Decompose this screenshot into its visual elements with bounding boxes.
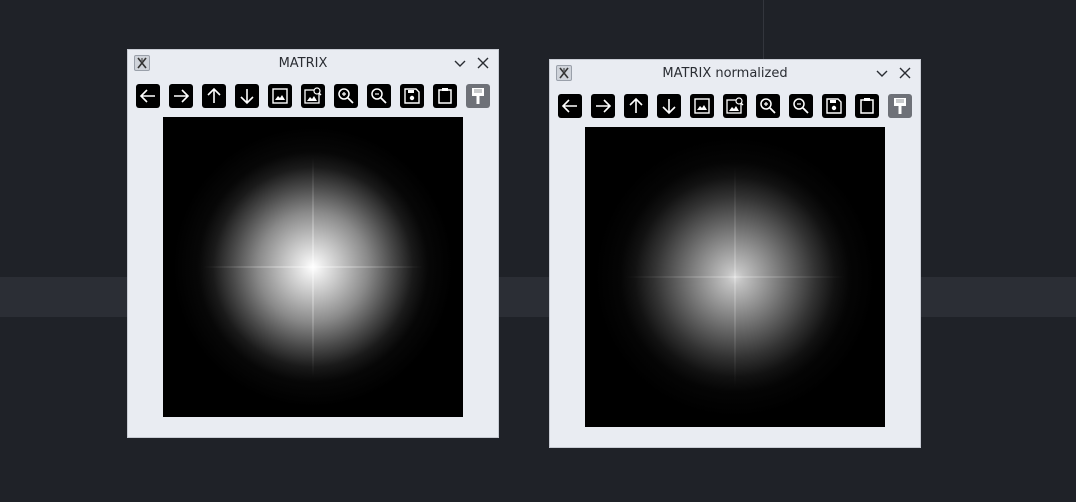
arrow-down-icon[interactable] xyxy=(235,84,259,108)
zoom-out-icon[interactable] xyxy=(789,94,813,118)
image-search-icon[interactable] xyxy=(723,94,747,118)
close-icon[interactable] xyxy=(897,65,913,81)
image-search-icon[interactable] xyxy=(301,84,325,108)
matrix-window: MATRIX xyxy=(127,49,499,438)
desktop: MATRIX MATRIX normalized xyxy=(0,0,1076,502)
save-icon[interactable] xyxy=(400,84,424,108)
clipboard-icon[interactable] xyxy=(433,84,457,108)
arrow-up-icon[interactable] xyxy=(202,84,226,108)
save-icon[interactable] xyxy=(822,94,846,118)
arrow-left-icon[interactable] xyxy=(558,94,582,118)
arrow-up-icon[interactable] xyxy=(624,94,648,118)
crosshair-vertical xyxy=(734,167,736,387)
chevron-down-icon[interactable] xyxy=(452,55,468,71)
image-toolbar xyxy=(136,84,496,110)
background-divider xyxy=(763,0,764,60)
zoom-out-icon[interactable] xyxy=(367,84,391,108)
window-title: MATRIX normalized xyxy=(662,66,788,81)
crosshair-vertical xyxy=(312,157,314,377)
close-icon[interactable] xyxy=(475,55,491,71)
zoom-in-icon[interactable] xyxy=(334,84,358,108)
matrix-image-canvas[interactable] xyxy=(163,117,463,417)
window-titlebar[interactable]: MATRIX xyxy=(128,50,498,78)
window-titlebar[interactable]: MATRIX normalized xyxy=(550,60,920,88)
image-icon[interactable] xyxy=(690,94,714,118)
image-icon[interactable] xyxy=(268,84,292,108)
x11-app-icon xyxy=(134,55,150,71)
arrow-left-icon[interactable] xyxy=(136,84,160,108)
arrow-right-icon[interactable] xyxy=(591,94,615,118)
matrix-normalized-image-canvas[interactable] xyxy=(585,127,885,427)
window-title: MATRIX xyxy=(278,56,328,71)
clipboard-icon[interactable] xyxy=(855,94,879,118)
x11-app-icon xyxy=(556,65,572,81)
image-toolbar xyxy=(558,94,918,120)
arrow-right-icon[interactable] xyxy=(169,84,193,108)
arrow-down-icon[interactable] xyxy=(657,94,681,118)
zoom-in-icon[interactable] xyxy=(756,94,780,118)
paint-brush-icon[interactable] xyxy=(466,84,490,108)
paint-brush-icon[interactable] xyxy=(888,94,912,118)
chevron-down-icon[interactable] xyxy=(874,65,890,81)
matrix-normalized-window: MATRIX normalized xyxy=(549,59,921,448)
